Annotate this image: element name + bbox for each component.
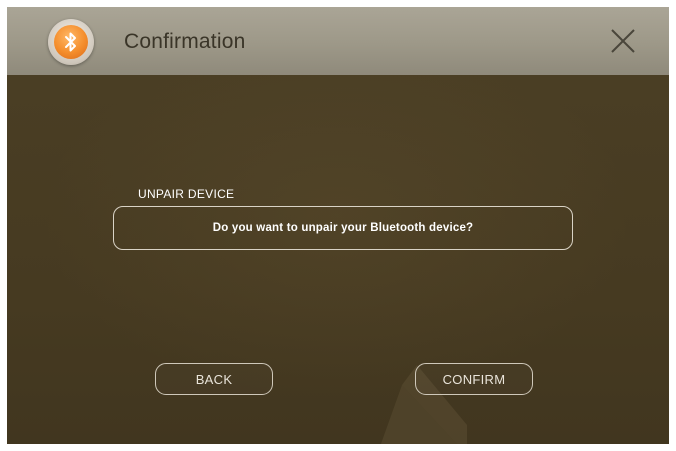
message-box: Do you want to unpair your Bluetooth dev… (113, 206, 573, 250)
dialog-window: Confirmation UNPAIR DEVICE Do you want t… (7, 7, 669, 444)
page-title: Confirmation (124, 30, 246, 53)
bluetooth-icon (54, 25, 88, 59)
confirm-button[interactable]: CONFIRM (415, 363, 533, 395)
close-button[interactable] (609, 27, 637, 55)
dialog-content: UNPAIR DEVICE Do you want to unpair your… (7, 75, 669, 444)
confirmation-message: Do you want to unpair your Bluetooth dev… (212, 222, 474, 234)
section-label: UNPAIR DEVICE (138, 187, 235, 201)
close-icon (611, 29, 635, 53)
header-bar: Confirmation (7, 7, 669, 75)
app-badge (48, 19, 94, 65)
back-button[interactable]: BACK (155, 363, 273, 395)
